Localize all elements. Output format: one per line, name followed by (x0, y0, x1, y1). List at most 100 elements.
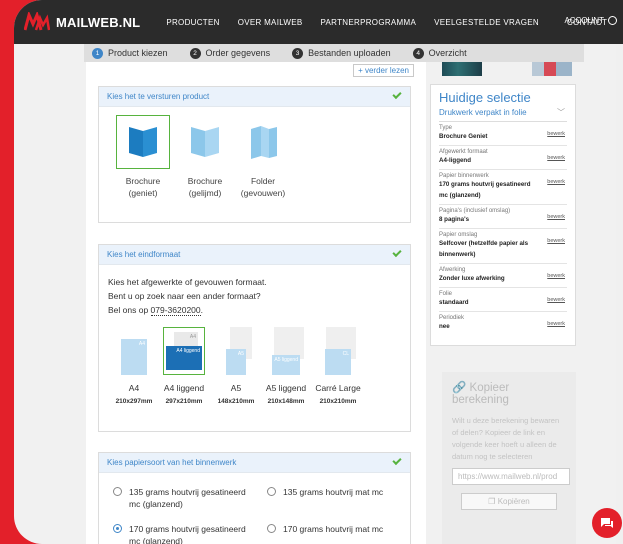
radio-button-selected[interactable] (113, 524, 122, 533)
format-image: A5 (216, 327, 256, 375)
check-icon (392, 455, 402, 466)
page-scrollbar[interactable] (616, 44, 623, 544)
product-label-line2: (geniet) (128, 188, 158, 198)
format-tag: A4 liggend (176, 348, 200, 354)
step-number: 1 (92, 47, 103, 59)
format-a5[interactable]: A5 A5 148x210mm (211, 327, 261, 405)
format-sheet: A4 liggend (166, 346, 202, 370)
format-tag: A5 liggend (274, 357, 298, 363)
step-order-gegevens[interactable]: 2 Order gegevens (189, 47, 270, 59)
format-label: A4 (128, 383, 140, 393)
edit-link[interactable]: bewerk (547, 214, 565, 220)
thumbnail-image[interactable] (442, 62, 482, 76)
selection-value: Selfcover (hetzelfde papier als binnenwe… (439, 240, 529, 258)
product-label-line2: (gevouwen) (240, 188, 286, 198)
product-folder-gevouwen[interactable]: Folder (gevouwen) (233, 115, 293, 199)
edit-link[interactable]: bewerk (547, 321, 565, 327)
edit-link[interactable]: bewerk (547, 273, 565, 279)
chevron-down-icon: ﹀ (557, 108, 565, 117)
format-sheet: A5 liggend (272, 355, 300, 375)
format-a5-liggend[interactable]: A5 liggend A5 liggend 210x148mm (261, 327, 311, 405)
copy-title: 🔗 Kopieer berekening (452, 380, 566, 406)
format-a4[interactable]: A4 A4 210x297mm (109, 327, 159, 405)
edit-link[interactable]: bewerk (547, 297, 565, 303)
format-sheet: A5 (226, 349, 246, 375)
product-brochure-geniet[interactable]: Brochure (geniet) (113, 115, 173, 199)
logo[interactable]: MAILWEB.NL (24, 12, 140, 32)
nav-links: PRODUCTEN OVER MAILWEB PARTNERPROGRAMMA … (166, 18, 607, 27)
nav-link-partnerprogramma[interactable]: PARTNERPROGRAMMA (321, 18, 417, 27)
phone-link[interactable]: 079-3620200 (150, 305, 201, 316)
paper-option-line1: 135 grams houtvrij mat mc (283, 487, 384, 497)
edit-link[interactable]: bewerk (547, 238, 565, 244)
thumbnail-image[interactable] (532, 62, 572, 76)
copy-button[interactable]: ❐ Kopiëren (461, 493, 557, 510)
check-icon (392, 89, 402, 100)
radio-button[interactable] (267, 524, 276, 533)
step-label: Product kiezen (108, 48, 168, 58)
nav-link-producten[interactable]: PRODUCTEN (166, 18, 219, 27)
selection-dropdown[interactable]: Drukwerk verpakt in folie ﹀ (439, 108, 567, 122)
product-label-line1: Brochure (125, 176, 161, 186)
brand-name: MAILWEB.NL (56, 14, 141, 30)
edit-link[interactable]: bewerk (547, 131, 565, 137)
radio-button[interactable] (267, 487, 276, 496)
paper-option-line1: 135 grams houtvrij gesatineerd (129, 487, 246, 497)
selection-row-finish: Afwerking Zonder luxe afwerking bewerk (439, 264, 567, 288)
step-product-kiezen[interactable]: 1 Product kiezen (92, 47, 168, 59)
format-label: A4 liggend (163, 383, 205, 393)
format-image: A4 (114, 327, 154, 375)
account-label: ACCOUNT (564, 16, 604, 25)
selection-row-paper: Papier binnenwerk 170 grams houtvrij ges… (439, 170, 567, 205)
top-navigation: MAILWEB.NL PRODUCTEN OVER MAILWEB PARTNE… (14, 0, 623, 44)
product-brochure-gelijmd[interactable]: Brochure (gelijmd) (175, 115, 235, 199)
radio-button[interactable] (113, 487, 122, 496)
format-sheet: CL (325, 349, 351, 375)
format-image: A4 A4 liggend (163, 327, 205, 375)
product-label-line2: (gelijmd) (188, 188, 222, 198)
configurator-column: + verder lezen Kies het te versturen pro… (86, 62, 426, 544)
product-card-header: Kies het te versturen product (99, 87, 410, 107)
account-link[interactable]: ACCOUNT (564, 16, 617, 25)
selection-value: 8 pagina's (439, 216, 470, 223)
copy-link-input[interactable] (452, 468, 570, 485)
paper-option[interactable]: 170 grams houtvrij mat mc (267, 523, 383, 535)
brochure-glued-icon (191, 127, 219, 157)
step-overzicht[interactable]: 4 Overzicht (412, 47, 467, 59)
edit-link[interactable]: bewerk (547, 155, 565, 161)
read-more-button[interactable]: + verder lezen (353, 64, 414, 77)
nav-link-over-mailweb[interactable]: OVER MAILWEB (238, 18, 303, 27)
paper-card-header: Kies papiersoort van het binnenwerk (99, 453, 410, 473)
step-label: Bestanden uploaden (308, 48, 391, 58)
copy-calculation-panel: 🔗 Kopieer berekening Wilt u deze bereken… (442, 372, 576, 544)
thumbnail-strip (430, 62, 576, 76)
selection-row-type: Type Brochure Geniet bewerk (439, 122, 567, 146)
copy-button-label: Kopiëren (497, 497, 530, 506)
format-a4-liggend[interactable]: A4 A4 liggend A4 liggend 297x210mm (159, 327, 209, 405)
step-label: Overzicht (428, 48, 467, 58)
format-carre-large[interactable]: CL Carré Large 210x210mm (313, 327, 363, 405)
selection-value: nee (439, 323, 450, 330)
nav-link-veelgestelde-vragen[interactable]: VEELGESTELDE VRAGEN (434, 18, 539, 27)
product-card-title: Kies het te versturen product (107, 92, 210, 101)
selection-sidebar: Huidige selectie Drukwerk verpakt in fol… (430, 62, 576, 544)
paper-option[interactable]: 135 grams houtvrij mat mc (267, 486, 383, 498)
copy-description: Wilt u deze berekening bewaren of delen?… (452, 416, 560, 461)
chat-button[interactable] (592, 508, 622, 538)
paper-option[interactable]: 170 grams houtvrij gesatineerd mc (glanz… (113, 523, 246, 544)
edit-link[interactable]: bewerk (547, 179, 565, 185)
progress-steps: 1 Product kiezen 2 Order gegevens 3 Best… (84, 44, 584, 62)
product-image (236, 115, 290, 169)
paper-card: Kies papiersoort van het binnenwerk 135 … (98, 452, 411, 544)
format-instructions: Kies het afgewerkte of gevouwen formaat.… (108, 275, 267, 317)
product-image (178, 115, 232, 169)
selection-title: Huidige selectie (439, 90, 531, 105)
call-suffix: . (200, 305, 204, 315)
step-bestanden-uploaden[interactable]: 3 Bestanden uploaden (292, 47, 391, 59)
format-text-line1: Kies het afgewerkte of gevouwen formaat. (108, 277, 267, 287)
format-text-line2: Bent u op zoek naar een ander formaat? (108, 291, 261, 301)
paper-option[interactable]: 135 grams houtvrij gesatineerd mc (glanz… (113, 486, 246, 510)
format-image: CL (318, 327, 358, 375)
format-label: A5 liggend (265, 383, 307, 393)
format-dimensions: 148x210mm (217, 398, 255, 405)
